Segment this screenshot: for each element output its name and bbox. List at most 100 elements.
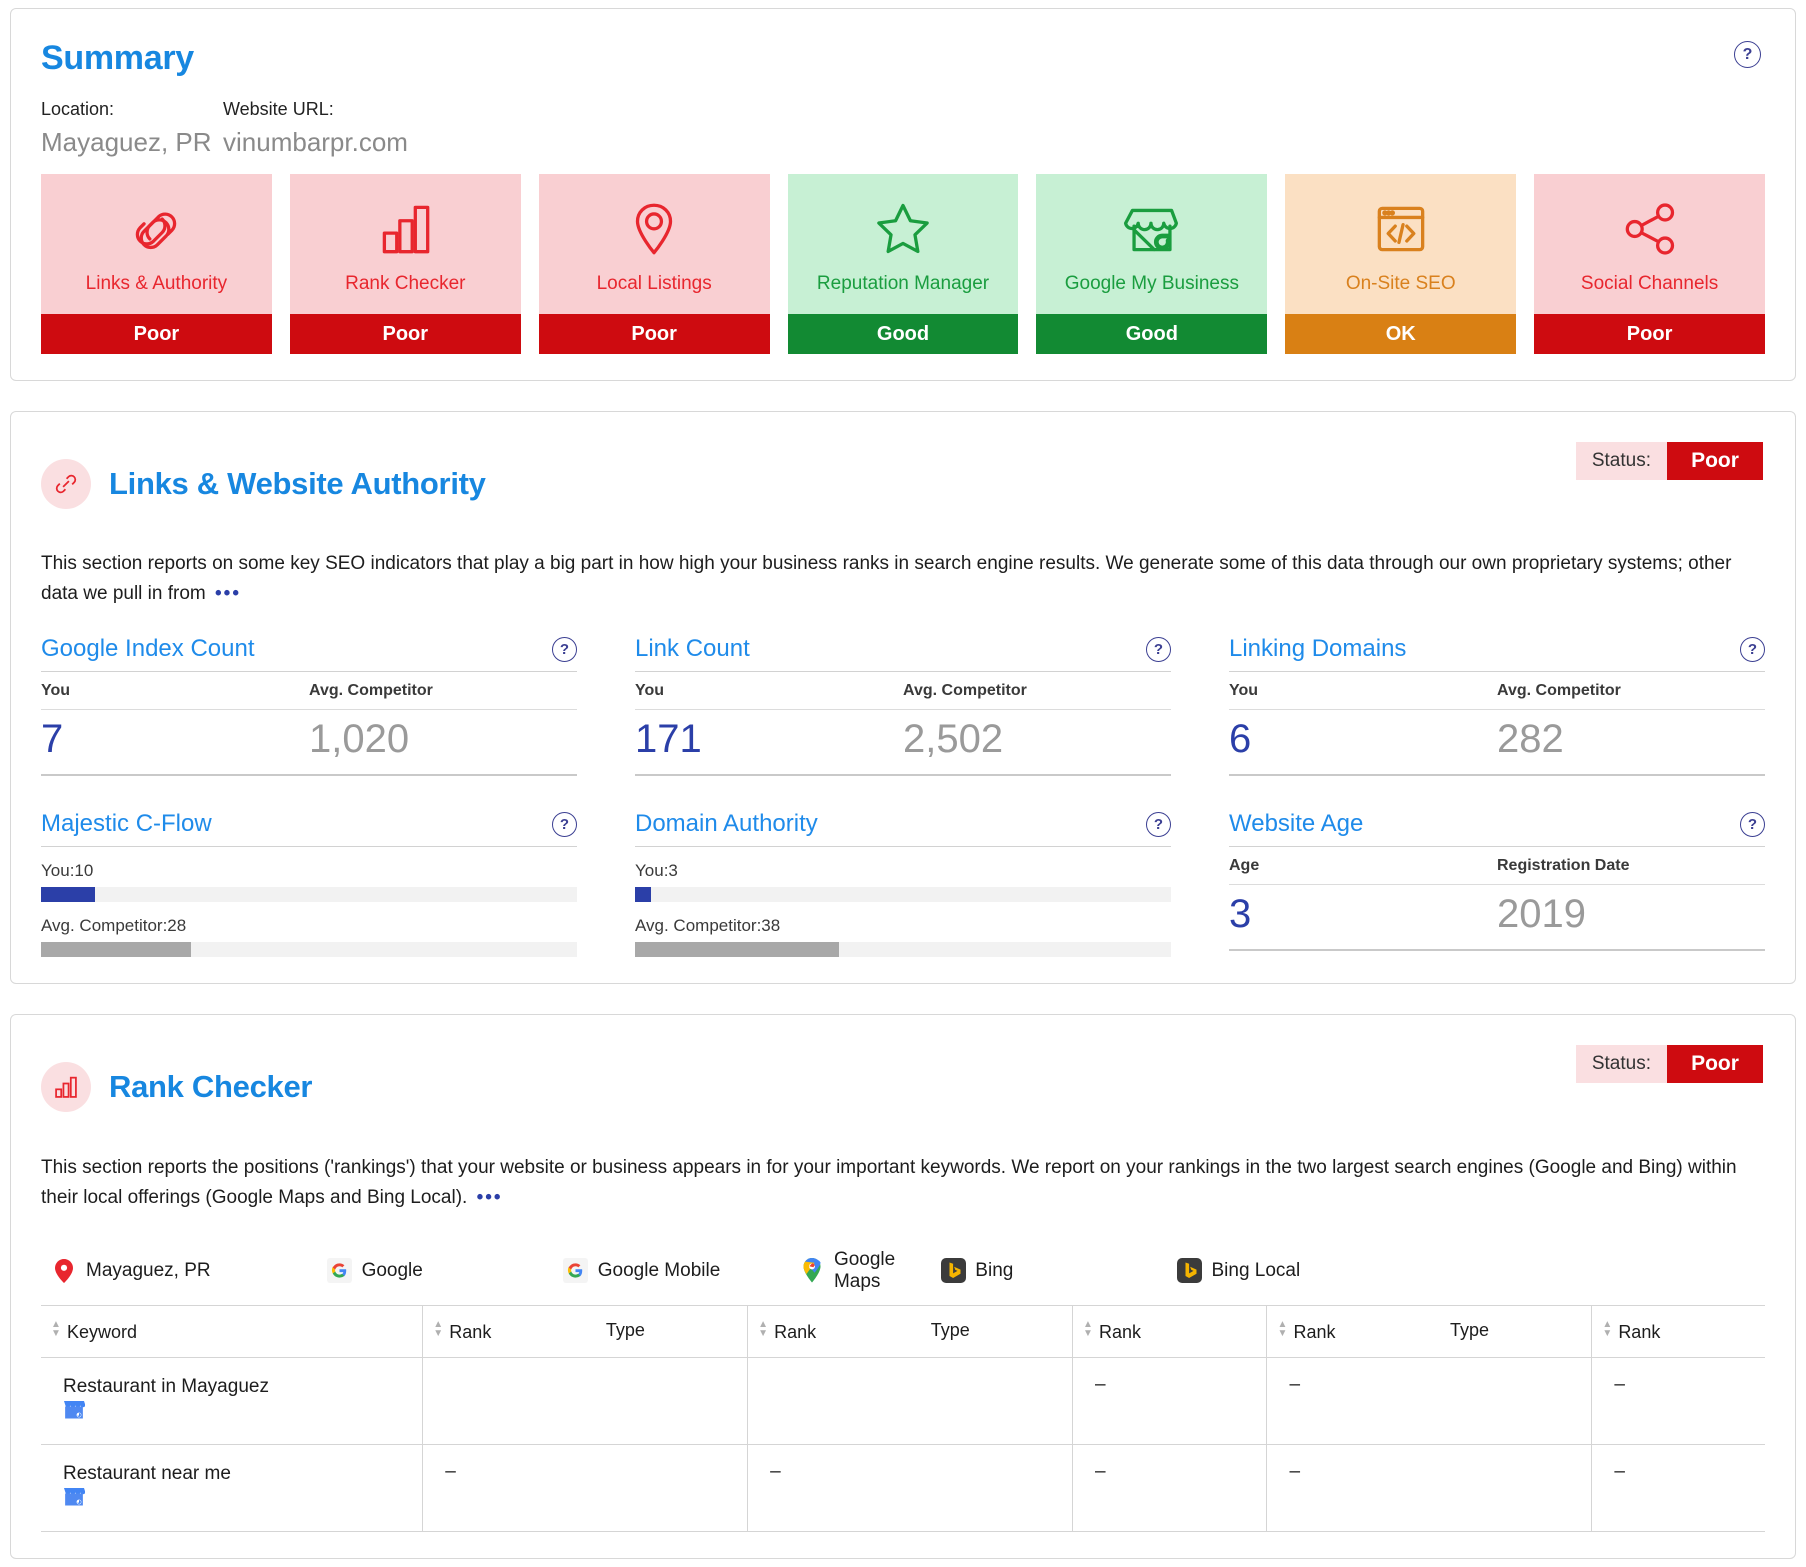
metric-col1-label: You bbox=[635, 682, 665, 700]
column-header-label: Type bbox=[1450, 1319, 1490, 1340]
metric-google-index-count: Google Index Count? You Avg. Competitor 7 1,… bbox=[41, 635, 577, 777]
column-header-label: Rank bbox=[1618, 1321, 1661, 1342]
metric-col1-value: 3 bbox=[1229, 892, 1252, 937]
score-tile: Reputation Manager bbox=[787, 174, 1019, 314]
bar-chart-icon bbox=[372, 192, 438, 266]
metric-you-bar-track bbox=[41, 887, 577, 903]
score-tile: On-Site SEO bbox=[1285, 174, 1517, 314]
column-header-type-2: Type bbox=[595, 1304, 748, 1358]
section-title: Rank Checker bbox=[109, 1069, 313, 1105]
column-header-keyword-0[interactable]: ▲ ▼ Keyword bbox=[41, 1304, 423, 1358]
engine-label: Google bbox=[361, 1259, 423, 1281]
column-header-rank-5[interactable]: ▲ ▼ Rank bbox=[1072, 1304, 1267, 1358]
question-mark-icon[interactable]: ? bbox=[1146, 636, 1171, 662]
score-tile: Links & Authority bbox=[41, 174, 272, 314]
score-tile: Social Channels bbox=[1534, 174, 1766, 314]
engine-header-bing-local: Bing Local bbox=[1168, 1258, 1765, 1284]
summary-card-on-site-seo[interactable]: On-Site SEO OK bbox=[1285, 174, 1517, 354]
question-mark-icon[interactable]: ? bbox=[1740, 636, 1765, 662]
column-header-rank-8[interactable]: ▲ ▼ Rank bbox=[1591, 1304, 1765, 1358]
metric-col2-value: 2,502 bbox=[903, 717, 1004, 762]
section-description: This section reports on some key SEO ind… bbox=[41, 549, 1761, 609]
metric-compare-table: You Avg. Competitor 6 282 bbox=[1229, 672, 1765, 777]
question-mark-icon[interactable]: ? bbox=[552, 811, 577, 837]
summary-card-local-listings[interactable]: Local Listings Poor bbox=[538, 174, 770, 354]
metric-col2-value: 282 bbox=[1497, 717, 1564, 762]
question-mark-icon[interactable]: ? bbox=[1740, 811, 1765, 837]
metric-linking-domains: Linking Domains? You Avg. Competitor 6 282 bbox=[1229, 635, 1765, 777]
summary-card: ? Summary Location: Mayaguez, PR Website… bbox=[10, 8, 1796, 381]
star-icon bbox=[870, 192, 936, 266]
cell-value: – bbox=[1095, 1460, 1106, 1482]
summary-card-google-my-business[interactable]: Google My Business Good bbox=[1036, 174, 1268, 354]
metric-domain-authority: Domain Authority? You:3 Avg. Competitor:38 bbox=[635, 810, 1171, 958]
cell-value: – bbox=[445, 1460, 456, 1482]
metric-bar-group: You:3 Avg. Competitor:38 bbox=[635, 847, 1171, 958]
rank-cell: – bbox=[1266, 1443, 1441, 1532]
divider bbox=[41, 774, 577, 777]
cell-value: – bbox=[1289, 1373, 1301, 1395]
summary-card-reputation-manager[interactable]: Reputation Manager Good bbox=[787, 174, 1019, 354]
website-url-block: Website URL: vinumbarpr.com bbox=[223, 96, 663, 162]
status-badge: Status: Poor bbox=[1575, 1045, 1763, 1084]
link-chain-icon bbox=[41, 458, 91, 509]
website-url-label: Website URL: bbox=[223, 99, 334, 119]
section-description: This section reports the positions ('ran… bbox=[41, 1153, 1761, 1213]
expand-description-button[interactable]: ••• bbox=[211, 583, 241, 604]
bing-icon bbox=[940, 1258, 966, 1284]
sort-arrows-icon: ▲ ▼ bbox=[1602, 1318, 1613, 1339]
metric-you-label: You:3 bbox=[635, 861, 678, 881]
keyword-cell: Restaurant near me bbox=[41, 1443, 423, 1532]
metric-col1-label: Age bbox=[1229, 857, 1260, 875]
keyword-label: Restaurant in Mayaguez bbox=[63, 1375, 269, 1397]
summary-card-links-authority[interactable]: Links & Authority Poor bbox=[41, 174, 272, 354]
engine-header-google-maps: Google Maps bbox=[791, 1249, 932, 1293]
cell-value: – bbox=[770, 1460, 781, 1482]
bing-icon bbox=[1176, 1258, 1202, 1284]
score-card-label: Links & Authority bbox=[85, 273, 228, 294]
metric-website-age: Website Age? Age Registration Date 3 2019 bbox=[1229, 810, 1765, 957]
rank-cell: – bbox=[1266, 1356, 1441, 1445]
summary-card-social-channels[interactable]: Social Channels Poor bbox=[1534, 174, 1766, 354]
metric-competitor-bar-track bbox=[41, 942, 577, 958]
summary-card-rank-checker[interactable]: Rank Checker Poor bbox=[289, 174, 521, 354]
column-header-rank-3[interactable]: ▲ ▼ Rank bbox=[747, 1304, 921, 1358]
column-header-label: Keyword bbox=[67, 1321, 138, 1342]
metric-you-label: You:10 bbox=[41, 861, 94, 881]
column-header-label: Rank bbox=[449, 1321, 492, 1342]
links-authority-section: Status: Poor Links & Website Authority T… bbox=[10, 411, 1796, 985]
metric-bar-group: You:10 Avg. Competitor:28 bbox=[41, 847, 577, 958]
column-header-rank-1[interactable]: ▲ ▼ Rank bbox=[422, 1304, 596, 1358]
engine-label: Bing bbox=[975, 1259, 1014, 1281]
question-mark-icon[interactable]: ? bbox=[1146, 811, 1171, 837]
column-header-rank-6[interactable]: ▲ ▼ Rank bbox=[1266, 1304, 1441, 1358]
score-status-bar: OK bbox=[1285, 314, 1517, 354]
link-chain-icon bbox=[123, 192, 189, 266]
score-status-bar: Poor bbox=[41, 314, 272, 354]
question-mark-icon[interactable]: ? bbox=[1734, 41, 1761, 68]
metric-compare-header: You Avg. Competitor bbox=[635, 672, 1171, 709]
score-tile: Google My Business bbox=[1036, 174, 1268, 314]
metric-compare-values: 3 2019 bbox=[1229, 885, 1765, 949]
score-card-label: Local Listings bbox=[596, 273, 712, 294]
rank-cell: – bbox=[1591, 1356, 1765, 1445]
column-header-type-7: Type bbox=[1440, 1304, 1592, 1358]
metric-col1-value: 6 bbox=[1229, 717, 1252, 762]
metric-you-bar-fill bbox=[41, 887, 95, 903]
score-status-bar: Good bbox=[787, 314, 1019, 354]
column-header-type-4: Type bbox=[920, 1304, 1073, 1358]
metric-compare-values: 171 2,502 bbox=[635, 710, 1171, 774]
metric-competitor-bar-fill bbox=[635, 942, 839, 958]
keyword-cell: Restaurant in Mayaguez bbox=[41, 1356, 423, 1445]
sort-arrows-icon: ▲ ▼ bbox=[758, 1318, 769, 1339]
rank-table-header: ▲ ▼ Keyword ▲ ▼ Rank Type ▲ ▼ Rank Type ▲ ▼ Rank ▲ ▼ Ran… bbox=[41, 1304, 1765, 1358]
metric-majestic-c-flow: Majestic C-Flow? You:10 Avg. Competitor:28 bbox=[41, 810, 577, 958]
metric-link-count: Link Count? You Avg. Competitor 171 2,502 bbox=[635, 635, 1171, 777]
metric-title: Google Index Count bbox=[41, 635, 255, 663]
section-header: Links & Website Authority bbox=[41, 440, 1765, 527]
expand-description-button[interactable]: ••• bbox=[473, 1187, 503, 1208]
cell-value: – bbox=[1614, 1460, 1625, 1482]
rank-table: ▲ ▼ Keyword ▲ ▼ Rank Type ▲ ▼ Rank Type ▲ ▼ Rank ▲ ▼ Ran… bbox=[41, 1304, 1765, 1532]
question-mark-icon[interactable]: ? bbox=[552, 636, 577, 662]
status-badge: Status: Poor bbox=[1575, 442, 1763, 480]
